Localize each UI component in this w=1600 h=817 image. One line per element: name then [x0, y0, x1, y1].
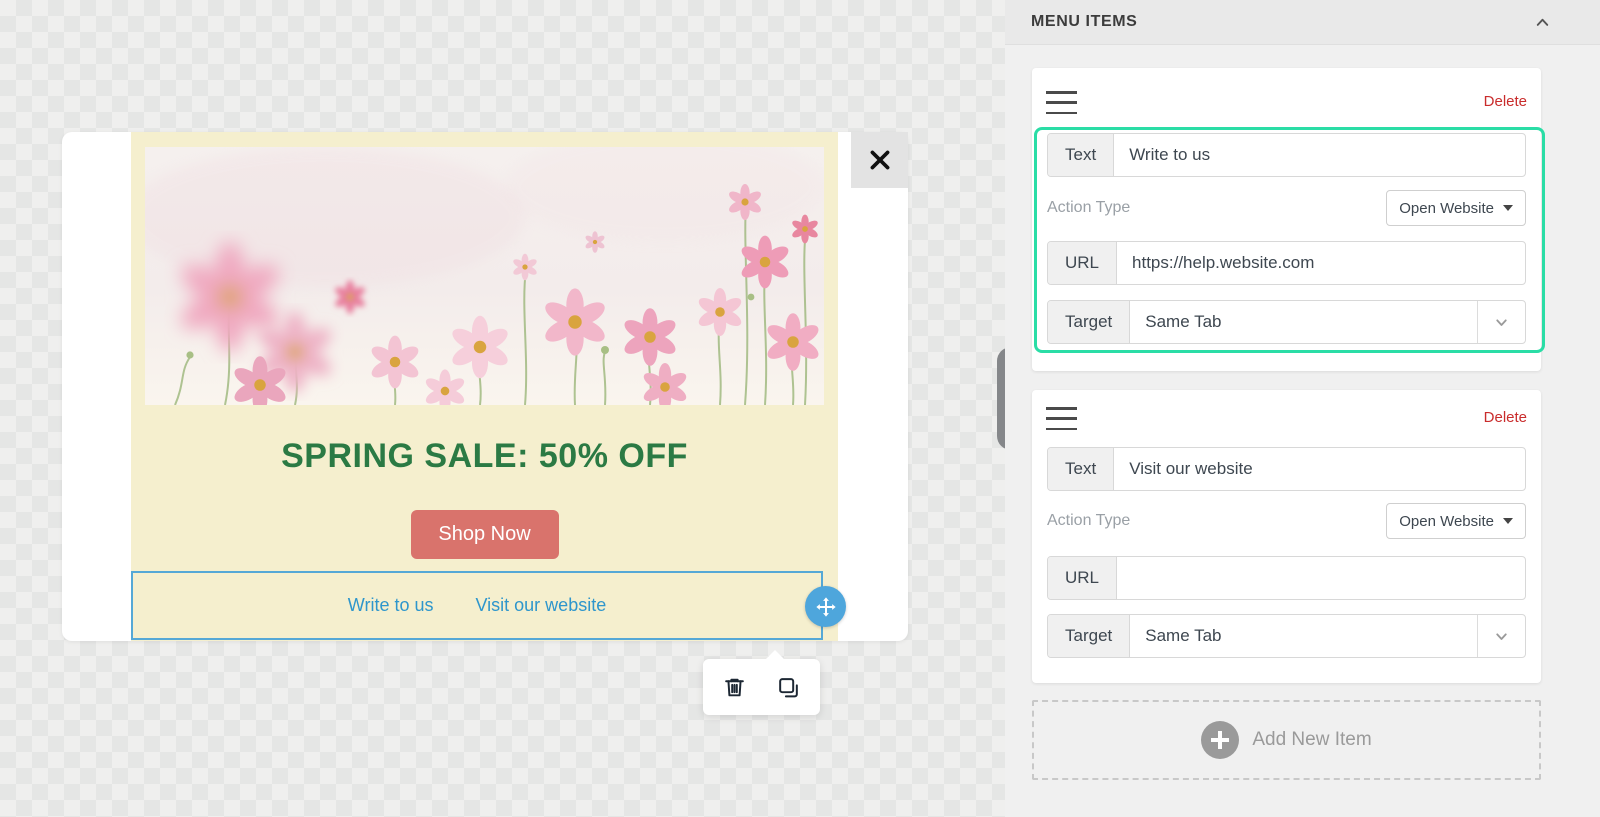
- menu-link-write-to-us[interactable]: Write to us: [348, 595, 434, 616]
- settings-panel: MENU ITEMS Delete Text Action Type Open …: [1005, 0, 1600, 817]
- target-select-group[interactable]: Target Same Tab: [1047, 614, 1526, 658]
- duplicate-element-button[interactable]: [775, 673, 803, 701]
- popup-close-button[interactable]: [851, 132, 908, 188]
- target-field-label: Target: [1048, 615, 1130, 657]
- url-field-group: URL: [1047, 241, 1526, 285]
- text-input[interactable]: [1114, 448, 1525, 490]
- target-select-group[interactable]: Target Same Tab: [1047, 300, 1526, 344]
- action-type-dropdown[interactable]: Open Website: [1386, 190, 1526, 226]
- element-toolbar: [703, 659, 820, 715]
- shop-now-button[interactable]: Shop Now: [411, 510, 559, 559]
- delete-element-button[interactable]: [721, 673, 749, 701]
- section-title: MENU ITEMS: [1031, 13, 1137, 31]
- flower-hero-image: [145, 147, 824, 405]
- menu-link-visit-website[interactable]: Visit our website: [475, 595, 606, 616]
- target-dropdown-toggle[interactable]: [1477, 615, 1525, 657]
- action-type-dropdown[interactable]: Open Website: [1386, 503, 1526, 539]
- menu-item-card-2: Delete Text Action Type Open Website URL…: [1032, 390, 1541, 683]
- plus-icon: [1201, 721, 1239, 759]
- url-input[interactable]: [1117, 242, 1525, 284]
- duplicate-icon: [776, 675, 801, 700]
- text-field-group: Text: [1047, 133, 1526, 177]
- url-input[interactable]: [1117, 557, 1525, 599]
- caret-down-icon: [1503, 205, 1513, 211]
- element-move-handle[interactable]: [805, 586, 846, 627]
- chevron-down-icon: [1493, 314, 1510, 331]
- move-icon: [815, 596, 837, 618]
- add-new-item-label: Add New Item: [1252, 729, 1371, 751]
- url-field-group: URL: [1047, 556, 1526, 600]
- editor-canvas: SPRING SALE: 50% OFF Shop Now Write to u…: [0, 0, 1005, 817]
- caret-down-icon: [1503, 518, 1513, 524]
- text-input[interactable]: [1114, 134, 1525, 176]
- target-selected-value: Same Tab: [1130, 301, 1477, 343]
- action-type-value: Open Website: [1399, 200, 1494, 217]
- menu-items-section-header[interactable]: MENU ITEMS: [1005, 0, 1600, 45]
- drag-handle-icon[interactable]: [1046, 407, 1077, 430]
- text-field-label: Text: [1048, 448, 1114, 490]
- action-type-value: Open Website: [1399, 513, 1494, 530]
- trash-icon: [722, 675, 747, 700]
- action-type-label: Action Type: [1047, 199, 1130, 217]
- popup-content: SPRING SALE: 50% OFF Shop Now Write to u…: [131, 132, 838, 641]
- target-dropdown-toggle[interactable]: [1477, 301, 1525, 343]
- target-selected-value: Same Tab: [1130, 615, 1477, 657]
- popup-headline: SPRING SALE: 50% OFF: [131, 437, 838, 476]
- chevron-up-icon[interactable]: [1533, 13, 1552, 32]
- target-field-label: Target: [1048, 301, 1130, 343]
- action-type-label: Action Type: [1047, 512, 1130, 530]
- popup-preview-card: SPRING SALE: 50% OFF Shop Now Write to u…: [62, 132, 908, 641]
- text-field-group: Text: [1047, 447, 1526, 491]
- delete-item-button[interactable]: Delete: [1484, 93, 1527, 110]
- delete-item-button[interactable]: Delete: [1484, 409, 1527, 426]
- url-field-label: URL: [1048, 242, 1117, 284]
- chevron-down-icon: [1493, 628, 1510, 645]
- close-icon: [867, 147, 893, 173]
- drag-handle-icon[interactable]: [1046, 91, 1077, 114]
- add-new-item-button[interactable]: Add New Item: [1032, 700, 1541, 780]
- menu-item-card-1: Delete Text Action Type Open Website URL…: [1032, 68, 1541, 371]
- popup-menu-bar-selected[interactable]: Write to us Visit our website: [131, 571, 823, 640]
- url-field-label: URL: [1048, 557, 1117, 599]
- text-field-label: Text: [1048, 134, 1114, 176]
